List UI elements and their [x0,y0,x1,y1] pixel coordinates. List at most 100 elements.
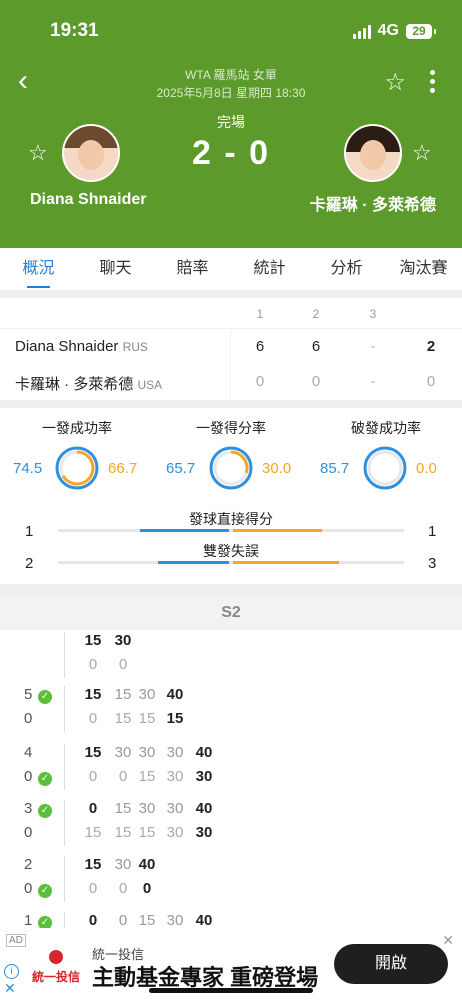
p1-total: 2 [426,338,436,355]
pbp-point-score: 0 [142,880,152,897]
battery-icon: 29 [406,23,436,39]
pbp-divider [64,744,65,790]
pbp-game-score: 0 [24,880,33,897]
signal-icon [352,24,371,39]
favorite-match-star-icon[interactable]: ☆ [384,68,406,97]
ad-cta-button[interactable]: 開啟 [334,944,448,984]
game-winner-check-icon: ✓ [38,804,52,818]
double-faults-bar-p1 [158,561,229,564]
game-winner-check-icon: ✓ [38,884,52,898]
tab-bar: 概況 聊天 賠率 統計 分析 淘汰賽 [0,248,462,290]
double-faults-bar-p2 [233,561,339,564]
pbp-point-score: 30 [166,800,184,817]
pbp-point-score: 30 [195,824,213,841]
stat-aces-label: 發球直接得分 [189,511,273,527]
player1-avatar[interactable] [62,124,120,182]
stat-double-faults-label: 雙發失誤 [203,543,259,559]
ad-info-icon[interactable]: i [4,964,19,979]
pbp-point-score: 30 [166,912,184,929]
pbp-point-score: 30 [138,744,156,761]
first-serve-in-ring [55,446,99,490]
set-row-player2-country: USA [137,378,163,392]
pbp-point-score: 15 [166,710,184,727]
pbp-game-score: 2 [24,856,33,873]
pbp-point-score: 0 [88,912,98,929]
ad-logo-text: 統一投信 [31,970,80,984]
pbp-game-score: 5 [24,686,33,703]
ad-tag: AD [6,934,26,947]
pbp-point-score: 0 [118,656,128,673]
set-row-player1-country: RUS [122,340,148,354]
stat-break-conversion-p1: 85.7 [320,460,350,477]
stat-first-serve-won-label: 一發得分率 [196,420,266,436]
pbp-game-score: 0 [24,710,33,727]
set-header-1: 1 [256,307,264,321]
status-indicators: 4G 29 [352,22,436,40]
aces-bar-p2 [233,529,322,532]
pbp-divider [64,632,65,678]
aces-bar-track [58,529,404,532]
set-row-player1-name: Diana Shnaider [15,338,119,355]
game-winner-check-icon: ✓ [38,772,52,786]
stat-first-serve-won-p2: 30.0 [262,460,292,477]
pbp-point-score: 0 [88,880,98,897]
pbp-point-score: 30 [138,800,156,817]
tab-analysis[interactable]: 分析 [308,248,385,290]
pbp-game-score: 0 [24,824,33,841]
pbp-point-score: 0 [88,656,98,673]
pbp-point-score: 15 [84,744,102,761]
pbp-point-score: 15 [138,824,156,841]
tab-chat[interactable]: 聊天 [77,248,154,290]
double-faults-bar-track [58,561,404,564]
p2-set1: 0 [255,373,265,390]
favorite-player1-star-icon[interactable]: ☆ [28,140,48,166]
pbp-point-score: 0 [88,710,98,727]
pbp-point-score: 40 [138,856,156,873]
stat-break-conversion-label: 破發成功率 [351,420,421,436]
p2-set2: 0 [311,373,321,390]
pbp-game-score: 3 [24,800,33,817]
more-options-icon[interactable] [430,70,436,97]
game-winner-check-icon: ✓ [38,690,52,704]
p1-set1: 6 [255,338,265,355]
pbp-point-score: 15 [84,632,102,649]
home-indicator[interactable] [149,988,313,993]
pbp-point-score: 0 [88,768,98,785]
ad-close-icon[interactable]: ✕ [442,932,454,949]
pbp-point-score: 15 [138,710,156,727]
pbp-point-score: 30 [166,824,184,841]
pbp-point-score: 0 [88,800,98,817]
play-by-play: S2 15 30 0 0 5 15 15 30 40 0 0 15 15 15 ✓ 4 15 30 30 30 40 0 0… [0,596,462,958]
set-header-2: 2 [312,307,320,321]
pbp-divider [64,686,65,732]
pbp-point-score: 15 [84,824,102,841]
pbp-point-score: 30 [166,744,184,761]
tab-knockout[interactable]: 淘汰賽 [385,248,462,290]
p1-set3: - [370,338,376,355]
match-header: 19:31 4G 29 ‹ WTA 羅馬站 女單 2025年5月8日 星期四 1… [0,0,462,248]
pbp-point-score: 40 [195,912,213,929]
ad-dismiss-icon[interactable]: ✕ [4,980,16,997]
tab-statistics[interactable]: 統計 [231,248,308,290]
player2-name[interactable]: 卡羅琳 · 多萊希德 [310,191,436,215]
favorite-player2-star-icon[interactable]: ☆ [412,140,432,166]
stat-first-serve-in-p2: 66.7 [108,460,138,477]
stat-aces-p2: 1 [428,523,437,540]
pbp-game-score: 1 [24,912,33,929]
stat-break-conversion-p2: 0.0 [416,460,437,477]
stat-aces-p1: 1 [25,523,34,540]
player2-avatar[interactable] [344,124,402,182]
pbp-point-score: 15 [138,768,156,785]
tab-overview[interactable]: 概況 [0,248,77,290]
status-time: 19:31 [50,20,99,41]
set-header-3: 3 [369,307,377,321]
player1-name[interactable]: Diana Shnaider [30,191,146,209]
stats-card: 一發成功率 74.5 66.7 一發得分率 65.7 30.0 破發成功率 85… [0,408,462,584]
ad-logo: 統一投信 [26,950,86,985]
set-row-player2: 卡羅琳 · 多萊希德 USA [15,373,162,394]
pbp-set-label[interactable]: S2 [0,604,462,622]
p2-set3: - [370,373,376,390]
tab-odds[interactable]: 賠率 [154,248,231,290]
pbp-point-score: 40 [195,744,213,761]
stat-double-faults-p1: 2 [25,555,34,572]
